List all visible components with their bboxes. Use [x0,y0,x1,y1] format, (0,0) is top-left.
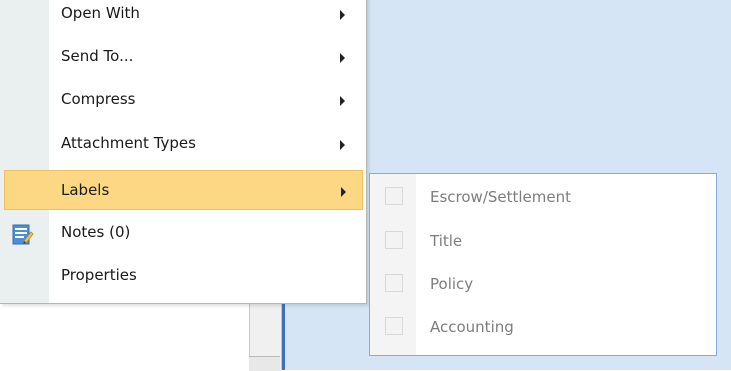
menu-item-label: Notes (0) [61,223,131,241]
label-item-text: Policy [430,275,474,293]
label-checkbox[interactable] [385,187,403,205]
menu-item-labels[interactable]: Labels [4,170,363,210]
submenu-arrow-icon [340,140,345,150]
label-checkbox[interactable] [385,274,403,292]
label-checkbox[interactable] [385,231,403,249]
menu-item-send-to[interactable]: Send To... [0,37,366,77]
label-checkbox[interactable] [385,317,403,335]
submenu-arrow-icon [341,187,346,197]
menu-item-compress[interactable]: Compress [0,80,366,120]
menu-item-label: Properties [61,266,137,284]
submenu-arrow-icon [340,10,345,20]
menu-item-label: Open With [61,4,140,22]
menu-item-label: Send To... [61,47,134,65]
menu-item-attachment-types[interactable]: Attachment Types [0,124,366,164]
context-menu: Open With Send To... Compress Attachment… [0,0,367,304]
label-item-escrow-settlement[interactable]: Escrow/Settlement [370,176,716,220]
scrollbar-down-button[interactable] [249,356,280,371]
labels-submenu: Escrow/Settlement Title Policy Accountin… [369,173,717,356]
label-item-title[interactable]: Title [370,220,716,264]
submenu-arrow-icon [340,96,345,106]
label-item-policy[interactable]: Policy [370,263,716,307]
label-item-text: Escrow/Settlement [430,188,572,206]
menu-item-notes[interactable]: Notes (0) [0,213,366,253]
label-item-text: Accounting [430,318,514,336]
menu-item-open-with[interactable]: Open With [0,0,366,34]
menu-item-label: Labels [61,181,110,199]
label-item-text: Title [430,232,463,250]
notes-icon [12,223,34,245]
menu-item-properties[interactable]: Properties [0,256,366,296]
submenu-arrow-icon [340,53,345,63]
menu-item-label: Compress [61,90,136,108]
label-item-accounting[interactable]: Accounting [370,306,716,350]
menu-item-label: Attachment Types [61,134,196,152]
